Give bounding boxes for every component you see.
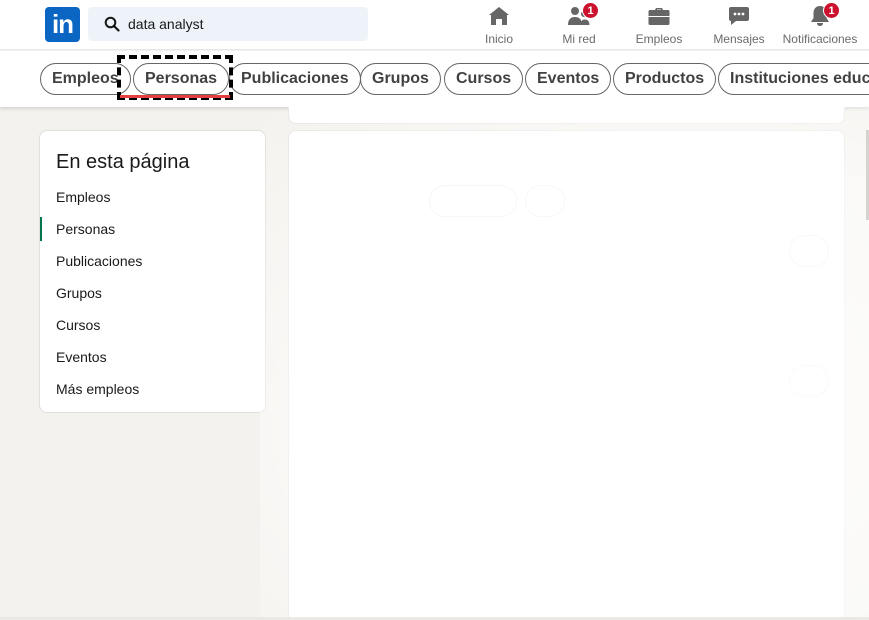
nav-item-mensajes[interactable]: Mensajes [713,2,765,48]
network-icon-wrap: 1 [567,2,599,28]
sidebar-item-cursos[interactable]: Cursos [40,313,265,337]
card-title: En esta página [56,151,190,173]
filter-pill-grupos[interactable]: Grupos [360,63,441,95]
home-icon [489,7,509,25]
bell-icon-wrap: 1 [808,2,840,28]
results-card [288,130,845,620]
search-input[interactable] [128,7,358,41]
search-box[interactable] [88,7,368,41]
ghost-filter-pill [429,185,517,217]
filter-pill-cursos[interactable]: Cursos [444,63,524,95]
sidebar-item-grupos[interactable]: Grupos [40,281,265,305]
sidebar-item-empleos[interactable]: Empleos [40,185,265,209]
nav-item-notificaciones[interactable]: 1 Notificaciones [781,2,859,48]
filter-pill-empleos[interactable]: Empleos [40,63,131,95]
sidebar-item-mas-empleos[interactable]: Más empleos [40,377,265,401]
sidebar-item-publicaciones[interactable]: Publicaciones [40,249,265,273]
nav-item-mi-red[interactable]: 1 Mi red [554,2,604,48]
nav-item-inicio[interactable]: Inicio [474,2,524,48]
nav-label: Inicio [484,32,513,46]
results-card-top [288,107,845,124]
sidebar-item-personas[interactable]: Personas [40,217,265,241]
chat-icon [729,7,749,25]
filter-pill-eventos[interactable]: Eventos [525,63,612,95]
notification-badge: 1 [582,2,599,19]
filter-pill-instituciones[interactable]: Instituciones educa [718,63,869,95]
nav-label: Notificaciones [782,32,858,46]
top-navigation-bar: in Inicio 1 Mi red [0,0,869,50]
ghost-connect-button [789,235,829,267]
ghost-filter-pill [525,185,565,217]
on-this-page-card: En esta página Empleos Personas Publicac… [39,130,266,413]
nav-label: Mi red [562,32,596,46]
nav-label: Mensajes [713,32,765,46]
briefcase-icon [648,8,670,25]
linkedin-logo[interactable]: in [45,7,80,42]
search-filter-bar: Empleos Personas Publicaciones Grupos Cu… [0,51,869,107]
filter-pill-productos[interactable]: Productos [613,63,717,95]
notification-badge: 1 [823,2,840,19]
filter-pill-personas[interactable]: Personas [133,63,230,95]
nav-item-empleos[interactable]: Empleos [634,2,684,48]
ghost-connect-button [789,365,829,397]
filter-pill-publicaciones[interactable]: Publicaciones [229,63,361,95]
nav-label: Empleos [635,32,683,46]
sidebar-item-eventos[interactable]: Eventos [40,345,265,369]
search-icon [104,16,120,32]
